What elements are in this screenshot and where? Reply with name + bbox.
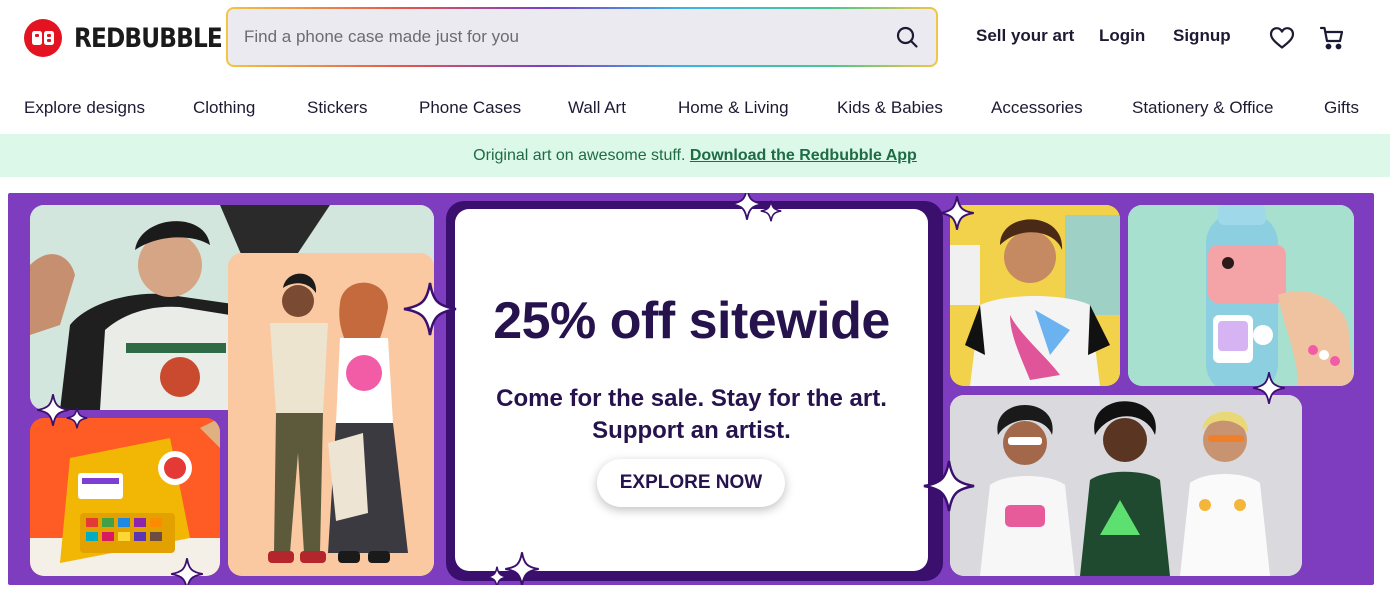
cart-icon[interactable]	[1318, 24, 1346, 52]
nav-item-explore-designs[interactable]: Explore designs	[24, 98, 145, 118]
promo-text: Original art on awesome stuff.	[473, 147, 686, 164]
redbubble-logo-icon	[24, 19, 62, 57]
sparkle-icon	[1253, 372, 1285, 404]
photo-sticker-palette	[30, 418, 220, 576]
photo-three-models	[950, 395, 1302, 576]
sparkle-icon	[486, 566, 508, 585]
signup-link[interactable]: Signup	[1173, 26, 1231, 46]
nav-item-stationery-office[interactable]: Stationery & Office	[1132, 98, 1273, 118]
login-link[interactable]: Login	[1099, 26, 1145, 46]
download-app-link[interactable]: Download the Redbubble App	[690, 147, 917, 164]
photo-capybara-bottle	[1128, 205, 1354, 386]
site-header: REDBUBBLE Sell your art Login Signup	[0, 0, 1390, 76]
nav-item-clothing[interactable]: Clothing	[193, 98, 255, 118]
sparkle-icon	[731, 193, 763, 220]
search-input[interactable]	[228, 9, 868, 65]
nav-item-phone-cases[interactable]: Phone Cases	[419, 98, 521, 118]
sparkle-icon	[505, 552, 539, 585]
nav-item-gifts[interactable]: Gifts	[1324, 98, 1359, 118]
category-nav: Explore designs Clothing Stickers Phone …	[0, 84, 1390, 132]
explore-now-button[interactable]: EXPLORE NOW	[597, 459, 785, 507]
sparkle-icon	[940, 196, 974, 230]
nav-item-home-living[interactable]: Home & Living	[678, 98, 789, 118]
search-icon[interactable]	[892, 22, 922, 52]
sparkle-icon	[403, 282, 457, 336]
sparkle-icon	[923, 460, 975, 512]
sale-card: 25% off sitewide Come for the sale. Stay…	[455, 209, 928, 571]
nav-item-stickers[interactable]: Stickers	[307, 98, 367, 118]
search-bar	[226, 7, 938, 67]
app-promo-banner: Original art on awesome stuff. Download …	[0, 134, 1390, 177]
nav-item-accessories[interactable]: Accessories	[991, 98, 1083, 118]
brand-name: REDBUBBLE	[74, 22, 223, 54]
sparkle-icon	[171, 558, 203, 585]
sell-your-art-link[interactable]: Sell your art	[976, 26, 1074, 46]
sparkle-icon	[760, 200, 782, 222]
search-field-container	[228, 9, 936, 65]
sparkle-icon	[66, 407, 88, 429]
redbubble-logo[interactable]: REDBUBBLE	[24, 19, 246, 57]
nav-item-wall-art[interactable]: Wall Art	[568, 98, 626, 118]
sparkle-icon	[37, 394, 69, 426]
sale-headline: 25% off sitewide	[493, 292, 890, 350]
sale-subheadline: Come for the sale. Stay for the art. Sup…	[496, 385, 887, 444]
heart-icon[interactable]	[1268, 24, 1296, 52]
nav-item-kids-babies[interactable]: Kids & Babies	[837, 98, 943, 118]
sale-hero-banner[interactable]: 25% off sitewide Come for the sale. Stay…	[8, 193, 1374, 585]
photo-rainbow-tee	[950, 205, 1120, 386]
